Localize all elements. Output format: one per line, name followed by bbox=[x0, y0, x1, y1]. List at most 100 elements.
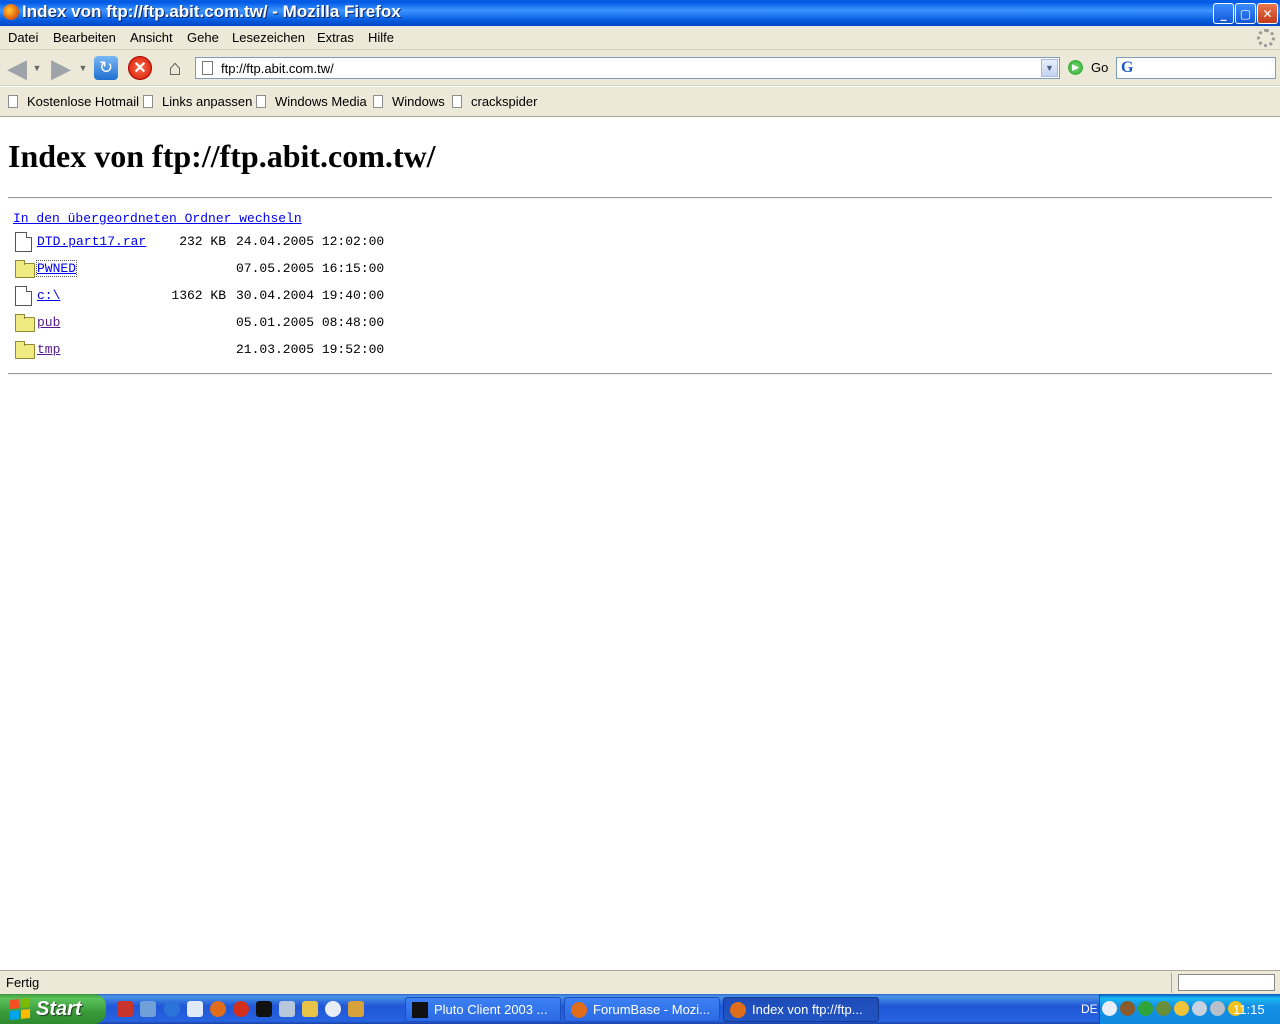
bookmark-page-icon bbox=[143, 95, 153, 108]
task-label: Pluto Client 2003 ... bbox=[434, 1002, 548, 1017]
taskbar-task-active[interactable]: Index von ftp://ftp... bbox=[723, 997, 879, 1022]
quicklaunch-app-icon[interactable] bbox=[140, 1001, 156, 1017]
bookmarks-toolbar: Kostenlose Hotmail Links anpassen Window… bbox=[0, 87, 1280, 117]
menu-extras[interactable]: Extras bbox=[317, 30, 354, 45]
bookmark-item[interactable]: Windows Media bbox=[256, 94, 367, 109]
bookmark-page-icon bbox=[8, 95, 18, 108]
reload-button[interactable]: ↻ bbox=[93, 55, 119, 81]
language-indicator[interactable]: DE bbox=[1081, 1002, 1098, 1016]
menu-ansicht[interactable]: Ansicht bbox=[130, 30, 173, 45]
tray-app-icon[interactable] bbox=[1174, 1001, 1189, 1016]
task-label: Index von ftp://ftp... bbox=[752, 1002, 863, 1017]
menu-bearbeiten[interactable]: Bearbeiten bbox=[53, 30, 116, 45]
menu-bar: Datei Bearbeiten Ansicht Gehe Lesezeiche… bbox=[0, 26, 1280, 50]
bookmark-item[interactable]: Windows bbox=[373, 94, 445, 109]
page-content: Index von ftp://ftp.abit.com.tw/ In den … bbox=[0, 118, 1280, 970]
bookmark-item[interactable]: crackspider bbox=[452, 94, 537, 109]
entry-size: 1362 KB bbox=[171, 288, 226, 303]
search-input[interactable]: G bbox=[1116, 57, 1276, 79]
home-icon: ⌂ bbox=[168, 55, 182, 80]
bookmark-label: Links anpassen bbox=[162, 94, 253, 109]
tray-app-icon[interactable] bbox=[1138, 1001, 1153, 1016]
menu-datei[interactable]: Datei bbox=[8, 30, 38, 45]
file-icon[interactable] bbox=[15, 232, 32, 252]
page-icon bbox=[202, 61, 213, 75]
status-text: Fertig bbox=[6, 975, 40, 990]
taskbar-task[interactable]: ForumBase - Mozi... bbox=[564, 997, 720, 1022]
bookmark-label: Kostenlose Hotmail bbox=[27, 94, 139, 109]
back-history-dropdown[interactable]: ▼ bbox=[30, 55, 44, 81]
tray-expand-icon[interactable] bbox=[1102, 1001, 1117, 1016]
network-icon[interactable] bbox=[1192, 1001, 1207, 1016]
bookmark-page-icon bbox=[373, 95, 383, 108]
quicklaunch-app-icon[interactable] bbox=[302, 1001, 318, 1017]
entry-name-link[interactable]: c:\ bbox=[37, 288, 60, 303]
quicklaunch-app-icon[interactable] bbox=[187, 1001, 203, 1017]
firefox-icon[interactable] bbox=[210, 1001, 226, 1017]
search-engine-icon[interactable]: G bbox=[1121, 59, 1133, 77]
entry-name-link[interactable]: pub bbox=[37, 315, 60, 330]
firefox-icon[interactable] bbox=[3, 4, 19, 20]
entry-name-link[interactable]: tmp bbox=[37, 342, 60, 357]
entry-date: 21.03.2005 19:52:00 bbox=[236, 342, 385, 357]
forward-history-dropdown[interactable]: ▼ bbox=[76, 55, 90, 81]
bookmark-label: crackspider bbox=[471, 94, 538, 109]
start-button[interactable]: Start bbox=[0, 994, 106, 1024]
folder-icon[interactable] bbox=[15, 260, 35, 278]
home-button[interactable]: ⌂ bbox=[162, 55, 188, 81]
bookmark-page-icon bbox=[256, 95, 266, 108]
stop-button[interactable]: ✕ bbox=[127, 55, 153, 81]
internet-explorer-icon[interactable] bbox=[164, 1001, 180, 1017]
clock[interactable]: 11:15 bbox=[1233, 1002, 1265, 1017]
entry-date: 05.01.2005 08:48:00 bbox=[236, 315, 385, 330]
menu-lesezeichen[interactable]: Lesezeichen bbox=[232, 30, 305, 45]
chevron-down-icon: ▼ bbox=[32, 63, 42, 73]
quicklaunch-app-icon[interactable] bbox=[256, 1001, 272, 1017]
bookmark-label: Windows bbox=[392, 94, 445, 109]
maximize-button[interactable]: ▢ bbox=[1235, 3, 1256, 24]
media-player-icon[interactable] bbox=[325, 1001, 341, 1017]
page-heading: Index von ftp://ftp.abit.com.tw/ bbox=[8, 138, 436, 174]
quicklaunch-app-icon[interactable] bbox=[279, 1001, 295, 1017]
menu-gehe[interactable]: Gehe bbox=[187, 30, 219, 45]
tray-app-icon[interactable] bbox=[1120, 1001, 1135, 1016]
quicklaunch-app-icon[interactable] bbox=[348, 1001, 364, 1017]
entry-date: 07.05.2005 16:15:00 bbox=[236, 261, 385, 276]
file-icon[interactable] bbox=[15, 286, 32, 306]
bookmark-item[interactable]: Kostenlose Hotmail bbox=[8, 94, 139, 109]
quicklaunch-app-icon[interactable] bbox=[117, 1001, 133, 1017]
menu-hilfe[interactable]: Hilfe bbox=[368, 30, 394, 45]
forward-button[interactable]: ▶ bbox=[48, 52, 74, 83]
bookmark-item[interactable]: Links anpassen bbox=[143, 94, 252, 109]
back-arrow-icon: ◀ bbox=[7, 52, 27, 83]
folder-icon[interactable] bbox=[15, 314, 35, 332]
forward-arrow-icon: ▶ bbox=[51, 52, 71, 83]
entry-size: 232 KB bbox=[179, 234, 226, 249]
url-text[interactable]: ftp://ftp.abit.com.tw/ bbox=[221, 61, 334, 76]
url-history-dropdown[interactable]: ▼ bbox=[1041, 59, 1058, 77]
close-button[interactable]: ✕ bbox=[1257, 3, 1278, 24]
quicklaunch-app-icon[interactable] bbox=[233, 1001, 249, 1017]
go-arrow-icon: ▶ bbox=[1068, 60, 1083, 75]
url-bar[interactable]: ftp://ftp.abit.com.tw/ ▼ bbox=[195, 57, 1060, 79]
firefox-icon bbox=[571, 1001, 587, 1018]
entry-name-link[interactable]: PWNED bbox=[35, 260, 78, 277]
navigation-toolbar: ◀ ▼ ▶ ▼ ↻ ✕ ⌂ ftp://ftp.abit.com.tw/ ▼ ▶… bbox=[0, 50, 1280, 86]
go-label: Go bbox=[1091, 60, 1109, 75]
reload-icon: ↻ bbox=[94, 56, 118, 80]
folder-icon[interactable] bbox=[15, 341, 35, 359]
title-bar[interactable]: Index von ftp://ftp.abit.com.tw/ - Mozil… bbox=[0, 0, 1280, 26]
stop-icon: ✕ bbox=[128, 56, 152, 80]
parent-folder-link[interactable]: In den übergeordneten Ordner wechseln bbox=[13, 211, 302, 226]
bookmark-page-icon bbox=[452, 95, 462, 108]
tray-app-icon[interactable] bbox=[1210, 1001, 1225, 1016]
go-button[interactable]: ▶ Go bbox=[1068, 60, 1108, 75]
app-icon bbox=[412, 1001, 428, 1018]
tray-app-icon[interactable] bbox=[1156, 1001, 1171, 1016]
minimize-button[interactable]: _ bbox=[1213, 3, 1234, 24]
back-button[interactable]: ◀ bbox=[4, 52, 30, 83]
task-label: ForumBase - Mozi... bbox=[593, 1002, 711, 1017]
chevron-down-icon: ▼ bbox=[78, 63, 88, 73]
window-title: Index von ftp://ftp.abit.com.tw/ - Mozil… bbox=[22, 2, 401, 21]
taskbar-task[interactable]: Pluto Client 2003 ... bbox=[405, 997, 561, 1022]
